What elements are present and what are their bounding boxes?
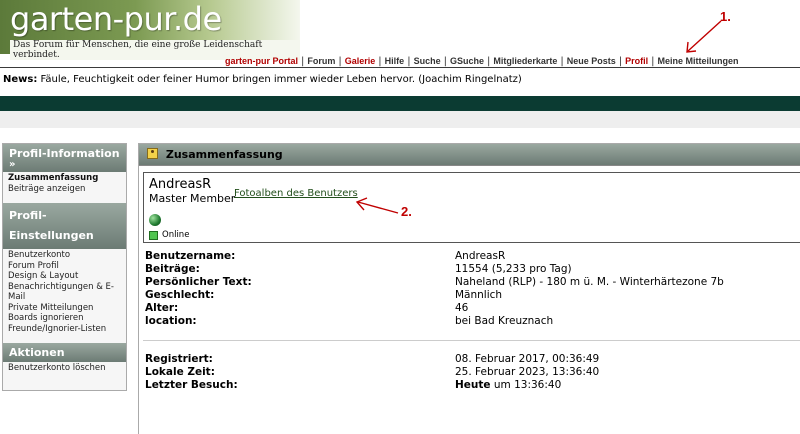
detail-row: location: bei Bad Kreuznach — [145, 315, 800, 328]
nav-link-garten-pur-portal[interactable]: garten-pur Portal — [222, 56, 301, 66]
date-row: Registriert: 08. Februar 2017, 00:36:49 — [145, 353, 800, 366]
logo-title: garten-pur.de — [10, 0, 222, 38]
detail-value: AndreasR — [455, 250, 506, 262]
news-text: Fäule, Feuchtigkeit oder feiner Humor br… — [40, 74, 522, 85]
annotation-arrow-2 — [355, 197, 399, 214]
date-value: 25. Februar 2023, 13:36:40 — [455, 366, 599, 378]
username-heading: AndreasR — [149, 177, 212, 192]
site-logo[interactable]: garten-pur.de Das Forum für Menschen, di… — [0, 0, 300, 60]
date-row: Lokale Zeit: 25. Februar 2023, 13:36:40 — [145, 366, 800, 379]
detail-label: Benutzername: — [145, 250, 236, 262]
news-line: News: Fäule, Feuchtigkeit oder feiner Hu… — [3, 74, 522, 85]
user-dates-list: Registriert: 08. Februar 2017, 00:36:49 Lo… — [145, 353, 800, 392]
top-navbar: garten-pur Portal | Forum | Galerie | Hilfe | Su… — [0, 54, 800, 68]
date-value-bold: Heute — [455, 379, 491, 391]
nav-link-mitgliederkarte[interactable]: Mitgliederkarte — [490, 56, 560, 66]
sidebar-item-beiträge-anzeigen[interactable]: Beiträge anzeigen — [8, 184, 121, 195]
detail-label: Beiträge: — [145, 263, 200, 275]
nav-link-suche[interactable]: Suche — [411, 56, 444, 66]
sidebar-heading-settings-label: Profil-Einstellungen — [9, 209, 94, 242]
detail-label: Geschlecht: — [145, 289, 215, 301]
sidebar-item-delete-account[interactable]: Benutzerkonto löschen — [8, 363, 121, 374]
date-row: Letzter Besuch: Heute um 13:36:40 — [145, 379, 800, 392]
nav-link-profil[interactable]: Profil — [622, 56, 651, 66]
sidebar-item-boards-ignorieren[interactable]: Boards ignorieren — [8, 313, 121, 324]
date-value-text: 25. Februar 2023, 13:36:40 — [455, 366, 600, 378]
nav-link-neue-posts[interactable]: Neue Posts — [564, 56, 619, 66]
nav-link-gsuche[interactable]: GSuche — [447, 56, 487, 66]
profile-summary-panel: Zusammenfassung AndreasR Master Member F… — [138, 143, 800, 434]
sidebar-item-forum-profil[interactable]: Forum Profil — [8, 261, 121, 272]
detail-row: Alter: 46 — [145, 302, 800, 315]
sidebar-heading-profile-info: Profil-Information » — [3, 144, 126, 172]
sidebar-profile-info-list: Zusammenfassung Beiträge anzeigen — [3, 172, 126, 203]
panel-title: Zusammenfassung — [165, 148, 283, 161]
news-label: News: — [3, 74, 38, 85]
date-value-text: 08. Februar 2017, 00:36:49 — [455, 353, 600, 365]
sidebar-item-design-layout[interactable]: Design & Layout — [8, 271, 121, 282]
annotation-arrow-1 — [686, 20, 722, 53]
detail-label: Alter: — [145, 302, 179, 314]
photo-albums-link[interactable]: Fotoalben des Benutzers — [234, 188, 358, 199]
detail-value: Männlich — [455, 289, 503, 301]
profile-sidebar: Profil-Information » Zusammenfassung Beit… — [2, 143, 127, 391]
detail-row: Beiträge: 11554 (5,233 pro Tag) — [145, 263, 800, 276]
sidebar-heading-profile-info-label: Profil-Information — [9, 147, 120, 160]
sidebar-item-zusammenfassung[interactable]: Zusammenfassung — [8, 173, 121, 184]
sidebar-heading-actions-label: Aktionen — [9, 346, 65, 359]
sidebar-item-private-mitteilungen[interactable]: Private Mitteilungen — [8, 303, 121, 314]
details-divider — [143, 340, 800, 341]
date-value-text: um 13:36:40 — [490, 379, 562, 391]
detail-label: Persönlicher Text: — [145, 276, 252, 288]
nav-link-galerie[interactable]: Galerie — [342, 56, 379, 66]
detail-value: 46 — [455, 302, 469, 314]
date-label: Registriert: — [145, 353, 213, 365]
nav-link-meine-mitteilungen[interactable]: Meine Mitteilungen — [655, 56, 742, 66]
dark-bar — [0, 96, 800, 111]
date-label: Letzter Besuch: — [145, 379, 238, 391]
date-value: 08. Februar 2017, 00:36:49 — [455, 353, 599, 365]
detail-row: Benutzername: AndreasR — [145, 250, 800, 263]
user-profile-icon — [147, 148, 158, 159]
sidebar-item-benutzerkonto[interactable]: Benutzerkonto — [8, 250, 121, 261]
sidebar-actions-list: Benutzerkonto löschen — [3, 362, 126, 377]
online-status-text: Online — [162, 230, 190, 240]
user-rank: Master Member — [149, 192, 236, 205]
sidebar-heading-actions: Aktionen — [3, 343, 126, 362]
nav-link-forum[interactable]: Forum — [304, 56, 338, 66]
annotation-label-2: 2. — [401, 204, 412, 219]
nav-link-hilfe[interactable]: Hilfe — [382, 56, 408, 66]
online-status-icon — [149, 231, 158, 240]
date-value: Heute um 13:36:40 — [455, 379, 561, 391]
sidebar-item-freunde-ignorier-listen[interactable]: Freunde/Ignorier-Listen — [8, 324, 121, 335]
detail-row: Persönlicher Text: Naheland (RLP) - 180 m… — [145, 276, 800, 289]
sidebar-heading-settings: Profil-Einstellungen — [3, 203, 126, 249]
detail-value: 11554 (5,233 pro Tag) — [455, 263, 572, 275]
detail-value: bei Bad Kreuznach — [455, 315, 554, 327]
user-details-list: Benutzername: AndreasR Beiträge: 11554 (5,2… — [145, 250, 800, 328]
panel-header: Zusammenfassung — [139, 144, 800, 166]
date-label: Lokale Zeit: — [145, 366, 215, 378]
user-summary-box: AndreasR Master Member Fotoalben des Ben… — [143, 172, 800, 243]
detail-label: location: — [145, 315, 197, 327]
grey-bar — [0, 111, 800, 128]
double-arrow-icon: » — [9, 159, 16, 170]
sidebar-item-benachrichtigungen-e-mail[interactable]: Benachrichtigungen & E-Mail — [8, 282, 121, 303]
sidebar-settings-list: Benutzerkonto Forum Profil Design & Layout… — [3, 249, 126, 343]
website-globe-icon[interactable] — [149, 214, 161, 226]
detail-value: Naheland (RLP) - 180 m ü. M. - Winterhär… — [455, 276, 724, 288]
detail-row: Geschlecht: Männlich — [145, 289, 800, 302]
